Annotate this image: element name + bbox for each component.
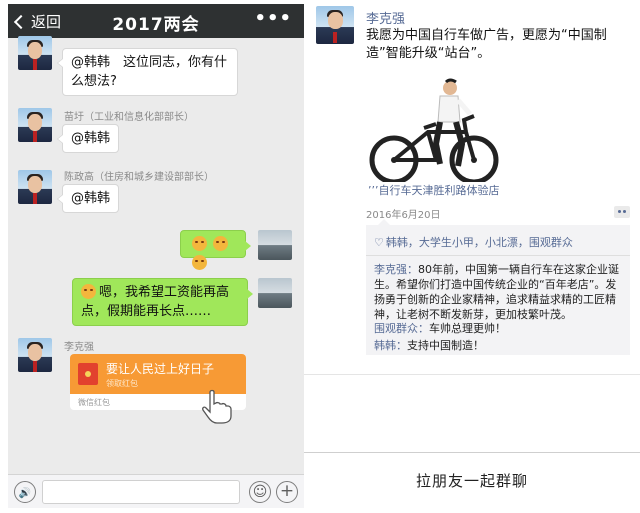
more-actions-button[interactable]: + xyxy=(276,481,298,503)
message-text: @韩韩 xyxy=(71,131,111,146)
comment[interactable]: 围观群众：车帅总理更帅！ xyxy=(374,321,624,336)
red-packet-title: 要让人民过上好日子 xyxy=(106,362,215,376)
likes-list[interactable]: 韩韩，大学生小甲，小北漂，围观群众 xyxy=(386,236,573,249)
red-packet-subtitle: 领取红包 xyxy=(106,379,138,388)
comment-menu-button[interactable] xyxy=(614,206,630,218)
sender-avatar[interactable] xyxy=(258,278,292,308)
heart-icon: ♡ xyxy=(374,236,384,249)
sender-name: 陈政高（住房和城乡建设部部长） xyxy=(64,172,214,183)
moments-screen: 李克强 我愿为中国自行车做广告，更愿为“中国制 造”智能升级“站台”。 ’’’自… xyxy=(304,0,640,513)
message-bubble-sent[interactable] xyxy=(180,230,251,270)
plus-icon: + xyxy=(279,481,295,501)
comment[interactable]: 韩韩：支持中国制造！ xyxy=(374,338,624,353)
divider xyxy=(366,255,630,256)
likes-row: ♡ 韩韩，大学生小甲，小北漂，围观群众 xyxy=(374,234,573,250)
post-photo[interactable] xyxy=(366,72,516,194)
smiley-icon: ☺ xyxy=(252,484,268,500)
chat-header: 返回 2017两会 ••• xyxy=(8,4,304,38)
face-emoji-icon xyxy=(192,255,207,270)
chat-screen: 返回 2017两会 ••• @韩韩 这位同志，你有什 么想法? 苗圩（工业和信息… xyxy=(8,4,304,508)
comment-text: 支持中国制造！ xyxy=(407,339,484,352)
pull-friends-button[interactable]: 拉朋友一起群聊 xyxy=(304,470,640,491)
comment-text: 车帅总理更帅！ xyxy=(429,322,506,335)
comment-author[interactable]: 围观群众： xyxy=(374,322,429,335)
post-text: 我愿为中国自行车做广告，更愿为“中国制 造”智能升级“站台”。 xyxy=(366,27,628,63)
comment[interactable]: 李克强：80年前，中国第一辆自行车在这家企业诞生。希望你们打造中国传统企业的“百… xyxy=(374,262,624,322)
message-text: 点，假期能再长点…… xyxy=(81,304,212,319)
input-bar: 🔊 ☺ + xyxy=(8,474,304,508)
message-text: 嗯，我希望工资能再高 xyxy=(99,285,230,300)
post-author[interactable]: 李克强 xyxy=(366,8,405,27)
avatar[interactable] xyxy=(18,36,52,70)
face-emoji-icon xyxy=(213,236,228,251)
red-envelope-icon xyxy=(78,363,98,385)
comment-author[interactable]: 韩韩： xyxy=(374,339,407,352)
message-text: @韩韩 xyxy=(71,191,111,206)
message-bubble[interactable]: @韩韩 xyxy=(56,124,120,153)
message-bubble[interactable]: @韩韩 xyxy=(56,184,120,213)
voice-input-button[interactable]: 🔊 xyxy=(14,481,36,503)
divider xyxy=(304,374,640,375)
message-text: @韩韩 这位同志，你有什 xyxy=(71,55,228,70)
comment-area: ♡ 韩韩，大学生小甲，小北漂，围观群众 李克强：80年前，中国第一辆自行车在这家企… xyxy=(366,219,630,355)
emoji-button[interactable]: ☺ xyxy=(249,481,271,503)
avatar[interactable] xyxy=(18,338,52,372)
avatar[interactable] xyxy=(316,6,354,44)
avatar[interactable] xyxy=(18,170,52,204)
divider xyxy=(304,452,640,453)
more-options-button[interactable]: ••• xyxy=(254,8,292,29)
red-packet-footer: 微信红包 xyxy=(78,398,110,407)
message-input[interactable] xyxy=(42,480,240,504)
comment-author[interactable]: 李克强： xyxy=(374,263,418,276)
post-text-line: 造”智能升级“站台”。 xyxy=(366,46,491,61)
message-bubble-sent[interactable]: 嗯，我希望工资能再高 点，假期能再长点…… xyxy=(72,278,253,326)
face-emoji-icon xyxy=(81,284,96,299)
post-text-line: 我愿为中国自行车做广告，更愿为“中国制 xyxy=(366,28,607,43)
sender-name: 苗圩（工业和信息化部部长） xyxy=(64,112,194,123)
message-text: 么想法? xyxy=(71,74,117,89)
speaker-icon: 🔊 xyxy=(18,488,32,499)
message-bubble[interactable]: @韩韩 这位同志，你有什 么想法? xyxy=(57,48,238,96)
post-location[interactable]: ’’’自行车天津胜利路体验店 xyxy=(366,182,500,198)
sender-name: 李克强 xyxy=(64,342,94,353)
tap-hand-icon xyxy=(202,389,232,424)
face-emoji-icon xyxy=(192,236,207,251)
sender-avatar[interactable] xyxy=(258,230,292,260)
avatar[interactable] xyxy=(18,108,52,142)
